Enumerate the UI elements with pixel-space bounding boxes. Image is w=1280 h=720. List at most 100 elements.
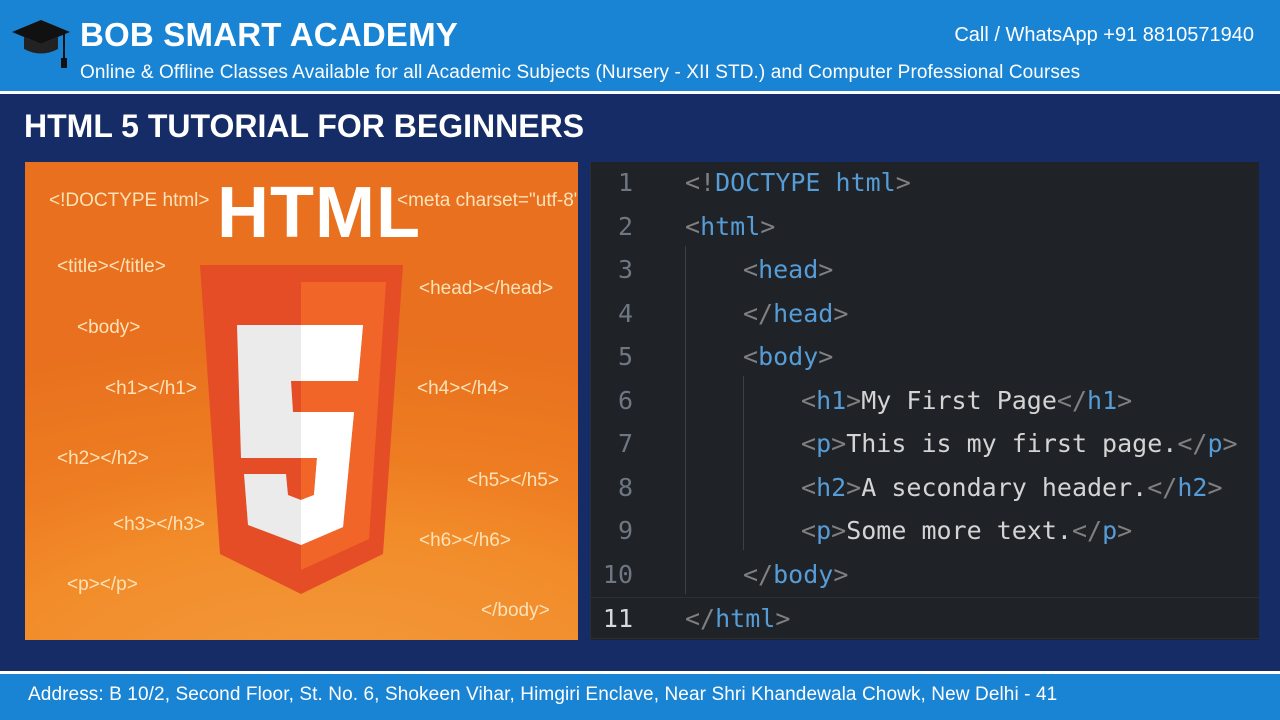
tag-h6: <h6></h6> [419, 530, 511, 551]
code-content: </body> [743, 554, 848, 596]
code-bracket: </ [743, 298, 774, 328]
tagline: Online & Offline Classes Available for a… [80, 62, 1081, 83]
code-tag-name: DOCTYPE [715, 168, 821, 197]
code-line[interactable]: 5 <body> [591, 336, 1259, 378]
tag-head: <head></head> [419, 278, 554, 299]
code-bracket: > [818, 342, 834, 371]
code-bracket: > [1117, 516, 1133, 545]
graduation-cap-icon [12, 20, 70, 68]
code-line[interactable]: 6 <h1>My First Page</h1> [591, 380, 1259, 422]
code-tag-name: html [700, 211, 761, 241]
code-tag-name: html [820, 168, 896, 197]
code-content: <head> [743, 249, 833, 291]
tag-h4: <h4></h4> [417, 378, 509, 399]
code-tag-name: p [1102, 516, 1118, 545]
code-bracket: </ [1056, 385, 1088, 415]
tag-meta: <meta charset="utf-8"> [397, 190, 578, 211]
code-tag-name: p [1207, 429, 1223, 458]
code-bracket: > [775, 604, 791, 633]
code-bracket: > [1222, 429, 1238, 458]
line-number: 2 [617, 211, 633, 241]
code-line[interactable]: 10 </body> [591, 554, 1259, 596]
contact-number: Call / WhatsApp +91 8810571940 [954, 24, 1254, 46]
line-number: 5 [617, 342, 633, 371]
code-text: My First Page [861, 385, 1057, 415]
code-tag-name: html [715, 604, 776, 633]
code-bracket: < [685, 211, 701, 241]
line-number: 9 [617, 516, 633, 545]
code-content: <body> [743, 336, 833, 378]
address: Address: B 10/2, Second Floor, St. No. 6… [28, 684, 1058, 705]
code-tag-name: h1 [1087, 385, 1118, 415]
code-bracket: </ [1177, 429, 1208, 458]
code-content: <!DOCTYPE html> [685, 162, 911, 204]
code-tag-name: body [773, 559, 834, 589]
code-text: This is my first page. [846, 429, 1178, 458]
tag-body-close: </body> [481, 600, 550, 621]
code-tag-name: head [773, 298, 834, 328]
code-bracket: < [743, 255, 759, 284]
code-bracket: <! [685, 168, 716, 197]
code-content: <h1>My First Page</h1> [801, 380, 1132, 422]
code-content: <p>Some more text.</p> [801, 510, 1132, 552]
html-wordmark: HTML [217, 173, 421, 253]
code-bracket: > [846, 385, 862, 415]
html5-logo-panel: HTML <!DOCTYPE html> <meta charset="utf-… [25, 162, 578, 640]
code-content: <h2>A secondary header.</h2> [801, 467, 1223, 509]
tag-doctype: <!DOCTYPE html> [49, 190, 210, 211]
line-number: 7 [617, 429, 633, 458]
code-tag-name: body [758, 342, 819, 371]
code-bracket: > [831, 516, 847, 545]
code-editor[interactable]: 1 <!DOCTYPE html> 2 <html> 3 <head> 4 </head> 5 <… [590, 162, 1259, 640]
tag-p: <p></p> [67, 574, 138, 595]
code-line[interactable]: 1 <!DOCTYPE html> [591, 162, 1259, 204]
code-line[interactable]: 7 <p>This is my first page.</p> [591, 423, 1259, 465]
tag-h2: <h2></h2> [57, 448, 149, 469]
header-band: BOB SMART ACADEMY Call / WhatsApp +91 88… [0, 0, 1280, 94]
line-number: 1 [617, 168, 633, 197]
code-content: <html> [685, 206, 775, 248]
code-bracket: < [743, 342, 759, 371]
tag-body: <body> [77, 317, 141, 338]
line-number: 4 [617, 298, 633, 328]
code-tag-name: head [758, 255, 819, 284]
code-bracket: < [801, 516, 817, 545]
code-tag-name: h2 [816, 472, 847, 502]
code-bracket: > [760, 211, 776, 241]
code-bracket: < [801, 385, 817, 415]
code-bracket: > [833, 559, 849, 589]
code-bracket: > [833, 298, 849, 328]
line-number: 11 [602, 604, 633, 633]
code-bracket: </ [685, 604, 716, 633]
code-line[interactable]: 8 <h2>A secondary header.</h2> [591, 467, 1259, 509]
code-bracket: </ [743, 559, 774, 589]
code-bracket: > [1207, 472, 1223, 502]
code-tag-name: p [816, 429, 832, 458]
code-bracket: > [831, 429, 847, 458]
code-line[interactable]: 11 </html> [591, 597, 1259, 639]
code-line[interactable]: 2 <html> [591, 206, 1259, 248]
code-tag-name: h2 [1177, 472, 1208, 502]
footer-band: Address: B 10/2, Second Floor, St. No. 6… [0, 671, 1280, 720]
tag-title: <title></title> [57, 256, 166, 277]
code-bracket: </ [1071, 516, 1103, 545]
line-number: 8 [617, 472, 633, 502]
code-text: A secondary header. [861, 472, 1148, 502]
code-line[interactable]: 4 </head> [591, 293, 1259, 335]
code-bracket: < [801, 429, 817, 458]
code-content: </html> [685, 598, 790, 640]
code-bracket: > [818, 255, 834, 284]
code-tag-name: h1 [816, 385, 847, 415]
code-bracket: </ [1147, 472, 1178, 502]
code-content: <p>This is my first page.</p> [801, 423, 1238, 465]
tag-h5: <h5></h5> [467, 470, 559, 491]
code-line[interactable]: 3 <head> [591, 249, 1259, 291]
code-bracket: < [801, 472, 817, 502]
code-content: </head> [743, 293, 848, 335]
line-number: 3 [617, 255, 633, 284]
code-line[interactable]: 9 <p>Some more text.</p> [591, 510, 1259, 552]
tag-h3: <h3></h3> [113, 514, 205, 535]
page-title: HTML 5 TUTORIAL FOR BEGINNERS [24, 108, 585, 144]
code-bracket: > [1117, 385, 1133, 415]
code-text: Some more text. [846, 516, 1072, 545]
